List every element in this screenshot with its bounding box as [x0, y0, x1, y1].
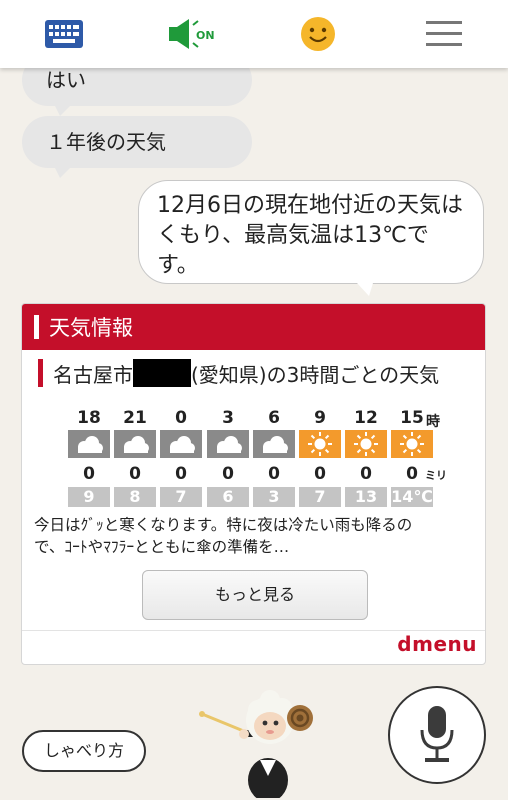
city-accent-bar	[38, 359, 43, 387]
forecast-temp: 9	[68, 487, 110, 507]
keyboard-button[interactable]	[40, 12, 88, 56]
forecast-hour: 6	[268, 408, 280, 428]
user-bubble: １年後の天気	[22, 116, 252, 178]
character-button[interactable]	[294, 12, 342, 56]
weather-card-title: 天気情報	[49, 316, 133, 340]
forecast-condition	[68, 430, 110, 458]
reply-text: 12月6日の現在地付近の天気は	[157, 193, 463, 218]
more-button[interactable]: もっと見る	[142, 570, 368, 620]
sunny-icon	[345, 430, 387, 458]
hour-unit: 時	[426, 414, 440, 430]
speaker-icon: ON	[169, 19, 215, 49]
sunny-icon	[391, 430, 433, 458]
forecast-condition	[160, 430, 202, 458]
card-divider	[22, 630, 485, 631]
menu-button[interactable]	[420, 12, 468, 56]
forecast-condition	[114, 430, 156, 458]
forecast-temp: 14℃	[391, 487, 433, 507]
forecast-hour: 9	[314, 408, 326, 428]
mic-button[interactable]	[388, 686, 486, 784]
forecast-hour: 21	[123, 408, 147, 428]
city-suffix: (愛知県)の3時間ごとの天気	[191, 362, 440, 387]
forecast-condition	[345, 430, 387, 458]
cloudy-icon	[253, 430, 295, 458]
forecast-condition	[391, 430, 433, 458]
weather-card: 天気情報 名古屋市 (愛知県)の3時間ごとの天気 18 0 9 21 0 8 0 0 7 3 0 6 6…	[21, 303, 486, 665]
forecast-hour: 18	[77, 408, 101, 428]
sunny-icon	[299, 430, 341, 458]
forecast-rain: 0	[175, 464, 187, 484]
sheep-mascot	[199, 690, 313, 798]
forecast-hour: 0	[175, 408, 187, 428]
forecast-condition	[207, 430, 249, 458]
description-line: で、ｺｰﾄやﾏﾌﾗｰとともに傘の準備を…	[34, 538, 290, 556]
cloudy-icon	[207, 430, 249, 458]
cloudy-icon	[160, 430, 202, 458]
description-line: 今日はｸﾞｯと寒くなります。特に夜は冷たい雨も降るの	[34, 516, 413, 534]
forecast-hour: 12	[354, 408, 378, 428]
dmenu-logo[interactable]: dmenu	[397, 632, 477, 656]
forecast-temp: 3	[253, 487, 295, 507]
forecast-description: 今日はｸﾞｯと寒くなります。特に夜は冷たい雨も降るの で、ｺｰﾄやﾏﾌﾗｰととも…	[34, 514, 480, 558]
microphone-icon	[420, 706, 454, 762]
city-prefix: 名古屋市	[53, 362, 133, 387]
speaker-toggle[interactable]: ON	[166, 12, 226, 56]
city-heading: 名古屋市 (愛知県)の3時間ごとの天気	[38, 358, 439, 388]
forecast-rain: 0	[360, 464, 372, 484]
forecast-condition	[299, 430, 341, 458]
header-accent-bar	[34, 315, 39, 339]
forecast-rain: 0	[83, 464, 95, 484]
cloudy-icon	[68, 430, 110, 458]
forecast-temp: 6	[207, 487, 249, 507]
forecast-hour: 3	[222, 408, 234, 428]
forecast-temp: 13	[345, 487, 387, 507]
forecast-rain: 0	[222, 464, 234, 484]
forecast-temp: 7	[299, 487, 341, 507]
howto-button[interactable]: しゃべり方	[22, 730, 146, 772]
reply-text: す。	[157, 253, 199, 278]
smiley-icon	[301, 17, 335, 51]
rain-unit: ミリ	[425, 469, 447, 482]
keyboard-icon	[45, 20, 83, 48]
hamburger-menu-icon	[426, 21, 462, 46]
weather-card-header: 天気情報	[22, 304, 485, 350]
forecast-rain: 0	[129, 464, 141, 484]
top-bar: ON	[0, 0, 508, 68]
speaker-state-label: ON	[196, 29, 215, 42]
reply-text: くもり、最高気温は13℃で	[157, 223, 429, 248]
forecast-condition	[253, 430, 295, 458]
forecast-temp: 8	[114, 487, 156, 507]
cloudy-icon	[114, 430, 156, 458]
redacted-area	[133, 359, 191, 387]
forecast-rain: 0	[268, 464, 280, 484]
forecast-rain: 0	[314, 464, 326, 484]
assistant-bubble: 12月6日の現在地付近の天気は くもり、最高気温は13℃で す。	[138, 180, 484, 296]
forecast-temp: 7	[160, 487, 202, 507]
